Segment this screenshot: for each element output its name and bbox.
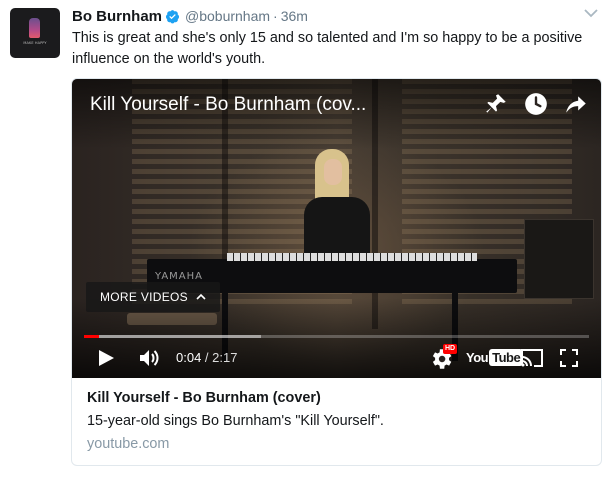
tweet-header: Bo Burnham @boburnham · 36m xyxy=(72,6,308,26)
link-card[interactable]: YAMAHA Kill Yourself - Bo Burnham (cov..… xyxy=(71,78,602,466)
duration: 2:17 xyxy=(212,350,238,365)
player-controls: 0:04 / 2:17 HD You Tube xyxy=(72,341,601,375)
timecode: 0:04 / 2:17 xyxy=(176,350,237,365)
amplifier xyxy=(524,219,594,299)
avatar-figure xyxy=(29,18,40,38)
tweet-timestamp[interactable]: 36m xyxy=(281,8,308,24)
video-player[interactable]: YAMAHA Kill Yourself - Bo Burnham (cov..… xyxy=(72,79,601,378)
chevron-down-icon[interactable] xyxy=(584,8,598,18)
play-icon[interactable] xyxy=(96,348,116,368)
volume-icon[interactable] xyxy=(138,347,162,369)
performer-face xyxy=(324,159,342,185)
avatar-caption: MAKE HAPPY xyxy=(23,41,47,45)
more-videos-label: MORE VIDEOS xyxy=(100,290,188,304)
author-handle[interactable]: @boburnham xyxy=(185,8,270,24)
time-separator: / xyxy=(201,350,213,365)
clock-icon[interactable] xyxy=(523,91,549,117)
progress-bar[interactable] xyxy=(84,335,589,338)
youtube-logo-tube: Tube xyxy=(489,349,524,366)
fullscreen-icon[interactable] xyxy=(559,348,579,368)
card-title[interactable]: Kill Yourself - Bo Burnham (cover) xyxy=(87,390,321,406)
progress-buffered xyxy=(84,335,261,338)
youtube-logo-you: You xyxy=(466,350,489,365)
piano-keys xyxy=(227,253,477,261)
header-separator: · xyxy=(273,8,278,24)
current-time: 0:04 xyxy=(176,350,202,365)
avatar[interactable]: MAKE HAPPY xyxy=(10,8,60,58)
card-domain[interactable]: youtube.com xyxy=(87,436,169,452)
chevron-up-icon xyxy=(196,293,206,300)
card-description: 15-year-old sings Bo Burnham's "Kill You… xyxy=(87,413,384,429)
share-arrow-icon[interactable] xyxy=(563,91,589,117)
hd-badge: HD xyxy=(443,344,458,354)
progress-played xyxy=(84,335,100,338)
more-videos-button[interactable]: MORE VIDEOS xyxy=(86,282,220,312)
video-title[interactable]: Kill Yourself - Bo Burnham (cov... xyxy=(90,94,366,116)
cast-icon[interactable] xyxy=(520,348,544,368)
verified-badge-icon xyxy=(165,9,180,23)
pin-icon[interactable] xyxy=(483,91,509,117)
youtube-logo[interactable]: You Tube xyxy=(466,349,524,366)
tweet-text: This is great and she's only 15 and so t… xyxy=(72,30,583,67)
video-top-actions xyxy=(483,91,589,117)
author-name[interactable]: Bo Burnham xyxy=(72,8,162,25)
piano-brand: YAMAHA xyxy=(155,271,204,282)
